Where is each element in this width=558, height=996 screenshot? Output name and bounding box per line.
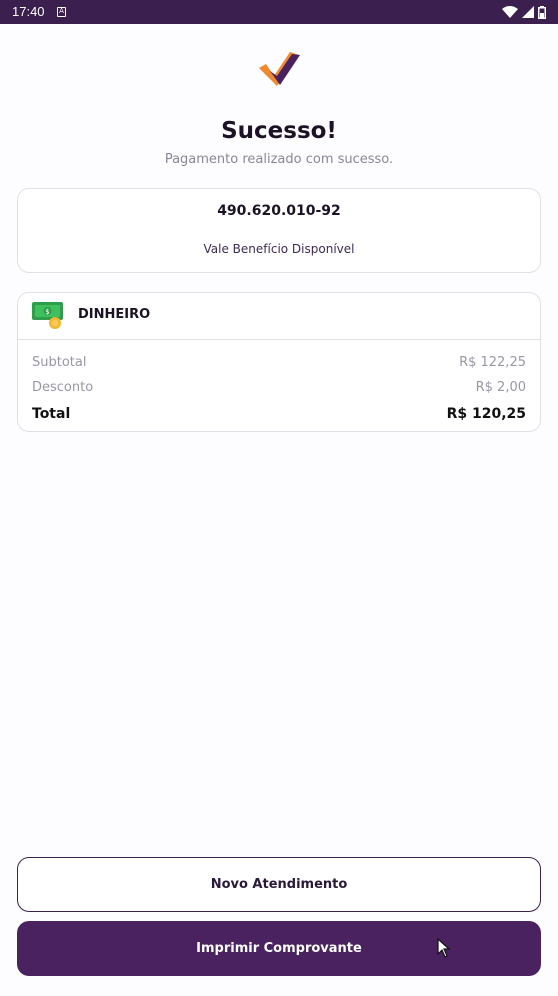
discount-label: Desconto [32,380,94,395]
print-receipt-button[interactable]: Imprimir Comprovante [17,921,541,976]
status-bar: 17:40 A [0,0,558,24]
subtotal-value: R$ 122,25 [459,355,526,370]
payment-summary-card: $ DINHEIRO Subtotal R$ 122,25 Desconto R… [17,292,541,432]
status-time: 17:40 [12,4,45,19]
discount-row: Desconto R$ 2,00 [32,380,526,398]
battery-icon [538,5,546,19]
signal-icon [522,6,534,18]
status-icons [502,5,546,19]
customer-card: 490.620.010-92 Vale Benefício Disponível [17,188,541,273]
discount-value: R$ 2,00 [475,380,526,395]
wifi-icon [502,6,518,18]
subtotal-row: Subtotal R$ 122,25 [32,355,526,373]
page-subtitle: Pagamento realizado com sucesso. [164,152,394,167]
subtotal-label: Subtotal [32,355,87,370]
page-title: Sucesso! [221,118,337,144]
notification-a-icon: A [57,7,66,17]
payment-method-header: $ DINHEIRO [18,293,540,340]
benefit-label: Vale Benefício Disponível [203,242,355,256]
cash-money-icon: $ [32,302,63,329]
total-label: Total [32,406,71,422]
mouse-cursor-icon [437,938,451,958]
payment-method-label: DINHEIRO [78,307,151,322]
new-service-button[interactable]: Novo Atendimento [17,857,541,912]
customer-document: 490.620.010-92 [217,203,341,219]
total-value: R$ 120,25 [446,406,526,422]
brand-logo-icon [259,52,300,86]
svg-text:$: $ [45,308,49,316]
total-row: Total R$ 120,25 [32,406,526,424]
